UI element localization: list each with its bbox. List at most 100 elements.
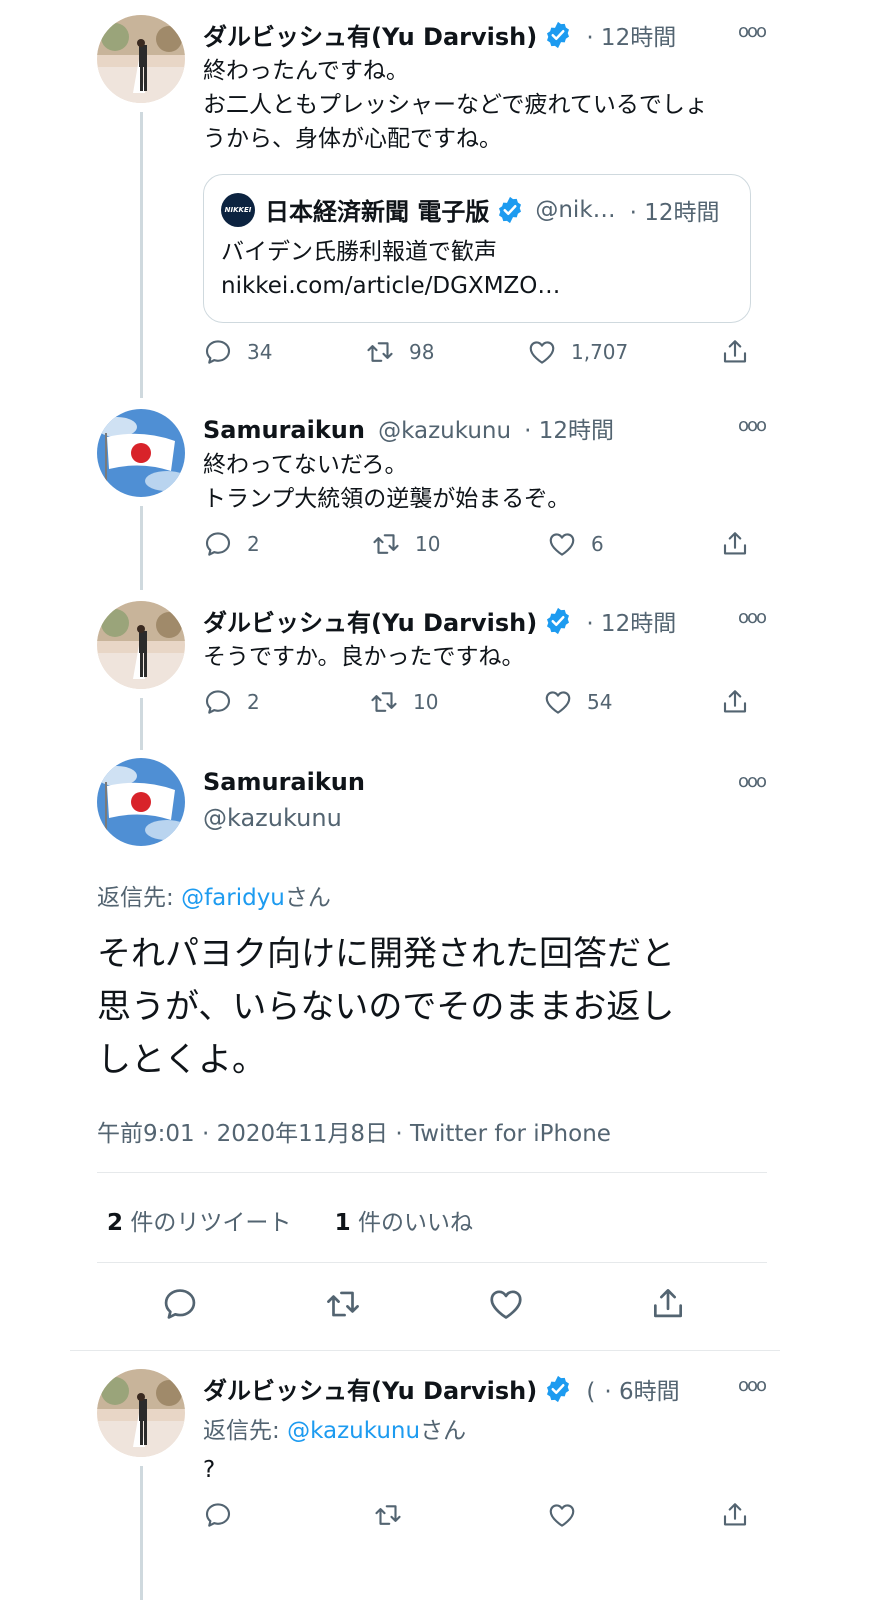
like-button[interactable]: 54 xyxy=(543,687,612,717)
tweet-header: ダルビッシュ有(Yu Darvish) · 12時間 xyxy=(203,17,676,52)
reply-icon xyxy=(203,529,233,559)
reply-to-link[interactable]: @kazukunu xyxy=(287,1418,420,1444)
share-button[interactable] xyxy=(720,1500,750,1530)
nikkei-logo: NIKKEI xyxy=(221,192,255,227)
retweet-button[interactable]: 98 xyxy=(365,337,434,367)
author-name[interactable]: Samuraikun xyxy=(203,768,365,796)
tweet-time[interactable]: · 12時間 xyxy=(524,418,614,444)
retweet-icon xyxy=(365,337,395,367)
divider xyxy=(97,1262,767,1263)
reply-to: 返信先: @faridyuさん xyxy=(97,885,331,911)
reply-button[interactable] xyxy=(203,1500,233,1530)
reply-button[interactable] xyxy=(161,1285,199,1327)
thread-line xyxy=(140,1466,143,1600)
tweet-text: 終わったんですね。 お二人ともプレッシャーなどで疲れているでしょ うから、身体が心配… xyxy=(203,58,708,152)
reply-button[interactable]: 2 xyxy=(203,687,260,717)
quote-tweet-card[interactable]: NIKKEI 日本経済新聞 電子版 @nik… · 12時間 バイデン氏勝利報道… xyxy=(203,174,751,323)
like-count: 6 xyxy=(591,532,604,556)
reply-count: 34 xyxy=(247,340,273,364)
retweet-button[interactable]: 10 xyxy=(369,687,438,717)
author-handle[interactable]: @kazukunu xyxy=(203,804,342,832)
reply-to-link[interactable]: @faridyu xyxy=(181,885,285,911)
tweet-actions: 34 98 1,707 xyxy=(203,337,763,377)
share-icon xyxy=(720,529,750,559)
verified-badge-icon xyxy=(543,606,573,636)
like-button[interactable] xyxy=(487,1285,525,1327)
divider xyxy=(70,1350,780,1351)
quote-handle: @nik… xyxy=(535,196,616,223)
reply-button[interactable]: 2 xyxy=(203,529,260,559)
avatar[interactable] xyxy=(97,758,185,846)
author-handle[interactable]: @kazukunu xyxy=(378,418,511,444)
like-icon xyxy=(547,1500,577,1530)
thread-line xyxy=(140,506,143,590)
more-icon[interactable]: ooo xyxy=(738,21,767,42)
retweet-count: 98 xyxy=(409,340,435,364)
tweet-text: ? xyxy=(203,1457,216,1483)
main-tweet-actions xyxy=(97,1285,767,1329)
share-icon xyxy=(720,1500,750,1530)
more-icon[interactable]: ooo xyxy=(738,607,767,628)
reply-icon xyxy=(203,1500,233,1530)
avatar[interactable] xyxy=(97,601,185,689)
verified-badge-icon xyxy=(543,1374,573,1404)
tweet-time[interactable]: · 6時間 xyxy=(604,1379,679,1405)
divider xyxy=(97,1172,767,1173)
more-icon[interactable]: ooo xyxy=(738,415,767,436)
like-button[interactable]: 6 xyxy=(547,529,604,559)
verified-badge-icon xyxy=(543,20,573,50)
quote-link: nikkei.com/article/DGXMZO… xyxy=(221,273,561,299)
quote-author-name: 日本経済新聞 電子版 xyxy=(265,198,490,226)
avatar[interactable] xyxy=(97,15,185,103)
more-icon[interactable]: ooo xyxy=(738,771,767,792)
like-count: 54 xyxy=(587,690,613,714)
tweet-time[interactable]: · 12時間 xyxy=(586,25,676,51)
retweet-icon xyxy=(371,529,401,559)
retweet-count: 10 xyxy=(413,690,439,714)
tweet-header: ダルビッシュ有(Yu Darvish) · 12時間 xyxy=(203,603,676,638)
share-button[interactable] xyxy=(720,337,750,367)
avatar[interactable] xyxy=(97,1369,185,1457)
like-stats[interactable]: 1 件のいいね xyxy=(335,1210,473,1236)
tweet-time[interactable]: · 12時間 xyxy=(586,611,676,637)
reply-count: 2 xyxy=(247,690,260,714)
author-handle[interactable]: ( xyxy=(586,1379,595,1405)
like-button[interactable]: 1,707 xyxy=(527,337,628,367)
tweet-header: ダルビッシュ有(Yu Darvish) ( · 6時間 xyxy=(203,1371,680,1406)
reply-to: 返信先: @kazukunuさん xyxy=(203,1418,467,1444)
reply-icon xyxy=(161,1285,199,1323)
share-button[interactable] xyxy=(720,529,750,559)
quote-text: バイデン氏勝利報道で歓声 nikkei.com/article/DGXMZO… xyxy=(221,235,560,303)
retweet-button[interactable]: 10 xyxy=(371,529,440,559)
retweet-icon xyxy=(369,687,399,717)
main-tweet-text: それパヨク向けに開発された回答だと 思うが、いらないのでそのままお返し しとくよ。 xyxy=(97,934,675,1080)
tweet-header: Samuraikun @kazukunu · 12時間 xyxy=(203,411,614,445)
share-button[interactable] xyxy=(720,687,750,717)
tweet-text: 終わってないだろ。 トランプ大統領の逆襲が始まるぞ。 xyxy=(203,452,571,512)
reply-count: 2 xyxy=(247,532,260,556)
retweet-icon xyxy=(324,1285,362,1323)
like-count: 1,707 xyxy=(571,340,629,364)
tweet-text: そうですか。良かったですね。 xyxy=(203,644,525,670)
reply-button[interactable]: 34 xyxy=(203,337,272,367)
share-icon xyxy=(720,337,750,367)
share-icon xyxy=(649,1285,687,1323)
author-name[interactable]: Samuraikun xyxy=(203,416,365,444)
author-name[interactable]: ダルビッシュ有(Yu Darvish) xyxy=(203,1377,537,1405)
tweet-actions xyxy=(203,1500,763,1540)
thread-line xyxy=(140,698,143,750)
like-button[interactable] xyxy=(547,1500,577,1530)
retweet-button[interactable] xyxy=(324,1285,362,1327)
retweet-icon xyxy=(373,1500,403,1530)
retweet-stats[interactable]: 2 件のリツイート xyxy=(107,1210,291,1236)
retweet-button[interactable] xyxy=(373,1500,403,1530)
quote-time: · 12時間 xyxy=(629,199,720,226)
share-button[interactable] xyxy=(649,1285,687,1327)
more-icon[interactable]: ooo xyxy=(738,1375,767,1396)
like-icon xyxy=(547,529,577,559)
author-name[interactable]: ダルビッシュ有(Yu Darvish) xyxy=(203,609,537,637)
author-name[interactable]: ダルビッシュ有(Yu Darvish) xyxy=(203,23,537,51)
avatar[interactable] xyxy=(97,409,185,497)
tweet-meta[interactable]: 午前9:01 · 2020年11月8日 · Twitter for iPhone xyxy=(97,1114,611,1148)
verified-badge-icon xyxy=(495,195,525,225)
